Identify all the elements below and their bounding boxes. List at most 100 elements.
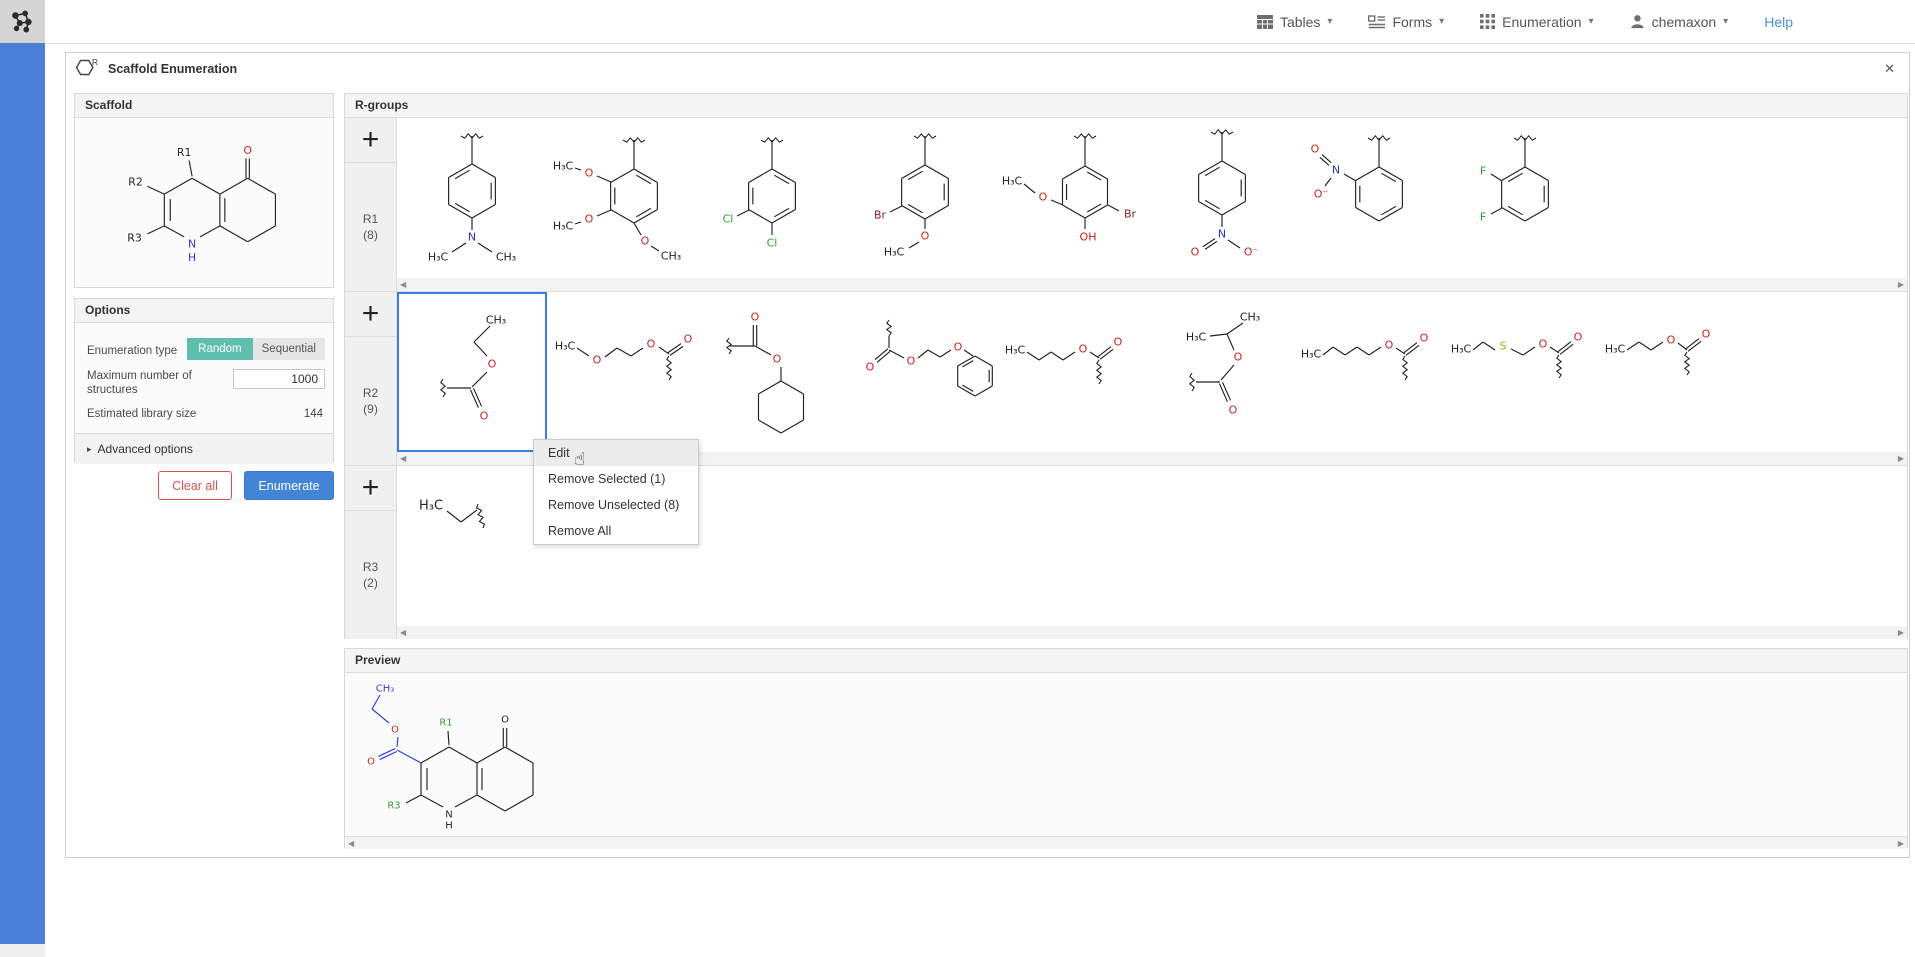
nav-forms[interactable]: Forms ▾ [1368,14,1444,30]
preview-scrollbar[interactable]: ◀ ▶ [345,836,1907,849]
molecule-drawing: FF [1447,118,1597,274]
rgroup-cell-r2-3[interactable]: OO [697,292,847,452]
scroll-right-icon[interactable]: ▶ [1898,626,1904,639]
rgroup-cell-r2-6[interactable]: CH₃H₃COO [1147,292,1297,452]
advanced-options-toggle[interactable]: ▸ Advanced options [75,433,333,464]
dialog-title-bar: R Scaffold Enumeration [76,59,237,79]
molecule-drawing: OH₃COH₃COCH₃ [547,118,697,274]
clear-all-button[interactable]: Clear all [158,471,232,500]
svg-text:CH₃: CH₃ [486,314,506,327]
svg-text:O: O [866,361,875,374]
svg-text:O: O [684,333,693,346]
rgroup-cell-r2-5[interactable]: H₃COO [997,292,1147,452]
svg-text:O: O [1385,339,1394,352]
random-toggle-option[interactable]: Random [187,338,252,360]
svg-text:N: N [445,810,452,821]
rgroup-row-sidebar: +R2(9) [345,292,397,465]
rgroup-cell-r1-4[interactable]: BrOH₃C [847,118,997,278]
close-icon[interactable]: ✕ [1884,61,1895,77]
rgroup-cell-r1-7[interactable]: NOO⁻ [1297,118,1447,278]
rgroup-cell-r2-4[interactable]: OOO [847,292,997,452]
nav-user-menu[interactable]: chemaxon ▾ [1630,14,1729,30]
rgroup-cell-r1-2[interactable]: OH₃COH₃COCH₃ [547,118,697,278]
scroll-left-icon[interactable]: ◀ [400,452,406,465]
rgroup-cell-r2-9[interactable]: H₃COO [1597,292,1747,452]
svg-text:O: O [647,338,656,351]
scaffold-enumeration-icon: R [76,59,98,79]
svg-text:N: N [188,237,196,250]
enumeration-type-label: Enumeration type [87,345,177,357]
max-structures-input[interactable] [233,369,325,389]
add-r1-button[interactable]: + [345,118,396,163]
tables-icon [1257,15,1273,29]
svg-text:S: S [1500,340,1507,353]
molecule-drawing: H₃COBrOH [997,118,1147,274]
rgroup-cell-r2-1[interactable]: CH₃OO [397,292,547,452]
svg-text:H₃C: H₃C [555,340,576,353]
add-r2-button[interactable]: + [345,292,396,337]
triangle-right-icon: ▸ [87,444,92,455]
scroll-left-icon[interactable]: ◀ [348,839,354,848]
svg-text:O: O [367,757,375,768]
svg-text:H: H [188,251,196,264]
rgroup-cell-r2-8[interactable]: H₃CSOO [1447,292,1597,452]
enumeration-type-toggle: Random Sequential [187,338,325,360]
nav-enumeration-label: Enumeration [1502,14,1581,30]
molecule-drawing: OO [697,292,847,448]
enumerate-button[interactable]: Enumerate [244,471,334,500]
rgroup-row-scrollbar[interactable]: ◀▶ [397,626,1907,639]
add-r3-button[interactable]: + [345,466,396,511]
svg-text:R2: R2 [128,175,143,188]
rgroup-cell-r1-3[interactable]: ClCl [697,118,847,278]
svg-text:H₃C: H₃C [1451,343,1472,356]
chevron-down-icon: ▾ [1589,16,1594,27]
rgroup-cell-r1-6[interactable]: NOO⁻ [1147,118,1297,278]
nav-enumeration[interactable]: Enumeration ▾ [1480,14,1593,30]
svg-text:O: O [1574,331,1583,344]
rgroup-row-label: R2(9) [345,337,396,465]
molecule-drawing: H₃COO [1597,292,1747,448]
rgroup-cell-r2-2[interactable]: H₃COOO [547,292,697,452]
rgroup-cell-r2-7[interactable]: H₃COO [1297,292,1447,452]
svg-text:CH₃: CH₃ [661,250,681,263]
menu-item-remove-unselected[interactable]: Remove Unselected (8) [534,492,698,518]
menu-item-remove-all[interactable]: Remove All [534,518,698,544]
preview-body: CH₃OOOR1R3NH ◀ ▶ [345,673,1907,849]
rgroup-cell-r1-1[interactable]: NH₃CCH₃ [397,118,547,278]
rgroup-cell-r3-1[interactable]: H₃C [397,466,547,626]
rgroup-rows: +R1(8)NH₃CCH₃OH₃COH₃COCH₃ClClBrOH₃CH₃COB… [345,118,1907,639]
rgroup-row-r1: +R1(8)NH₃CCH₃OH₃COH₃COCH₃ClClBrOH₃CH₃COB… [345,118,1907,292]
molecule-drawing: R1OR2R3NH [75,130,333,300]
svg-text:R3: R3 [127,231,142,244]
scroll-right-icon[interactable]: ▶ [1898,452,1904,465]
molecule-drawing: CH₃OOOR1R3NH [349,675,549,837]
top-nav: Tables ▾ Forms ▾ Enumerati [1257,0,1915,43]
preview-panel: Preview CH₃OOOR1R3NH ◀ ▶ [344,648,1908,848]
svg-text:F: F [1480,165,1486,178]
scroll-right-icon[interactable]: ▶ [1898,278,1904,291]
rgroup-cell-r1-8[interactable]: FF [1447,118,1597,278]
rgroup-row-scrollbar[interactable]: ◀▶ [397,278,1907,291]
chevron-down-icon: ▾ [1439,16,1444,27]
scroll-left-icon[interactable]: ◀ [400,626,406,639]
app-logo[interactable] [0,0,45,43]
svg-text:H₃C: H₃C [553,220,574,233]
molecule-drawing: H₃COO [1297,292,1447,448]
rgroup-row-sidebar: +R1(8) [345,118,397,291]
svg-text:H₃C: H₃C [1005,344,1026,357]
nav-tables[interactable]: Tables ▾ [1257,14,1333,30]
estimated-size-label: Estimated library size [87,408,196,420]
menu-item-remove-selected[interactable]: Remove Selected (1) [534,466,698,492]
molecule-logo-icon [10,9,36,35]
svg-text:H: H [445,821,453,832]
help-link[interactable]: Help [1764,14,1793,30]
sequential-toggle-option[interactable]: Sequential [253,338,325,360]
enumeration-icon [1480,14,1495,29]
svg-text:H₃C: H₃C [1605,343,1626,356]
rgroup-cell-r1-5[interactable]: H₃COBrOH [997,118,1147,278]
scroll-right-icon[interactable]: ▶ [1898,839,1904,848]
scroll-left-icon[interactable]: ◀ [400,278,406,291]
chevron-down-icon: ▾ [1327,16,1332,27]
scaffold-structure[interactable]: R1OR2R3NH [75,118,333,311]
menu-item-edit[interactable]: Edit [534,440,698,466]
